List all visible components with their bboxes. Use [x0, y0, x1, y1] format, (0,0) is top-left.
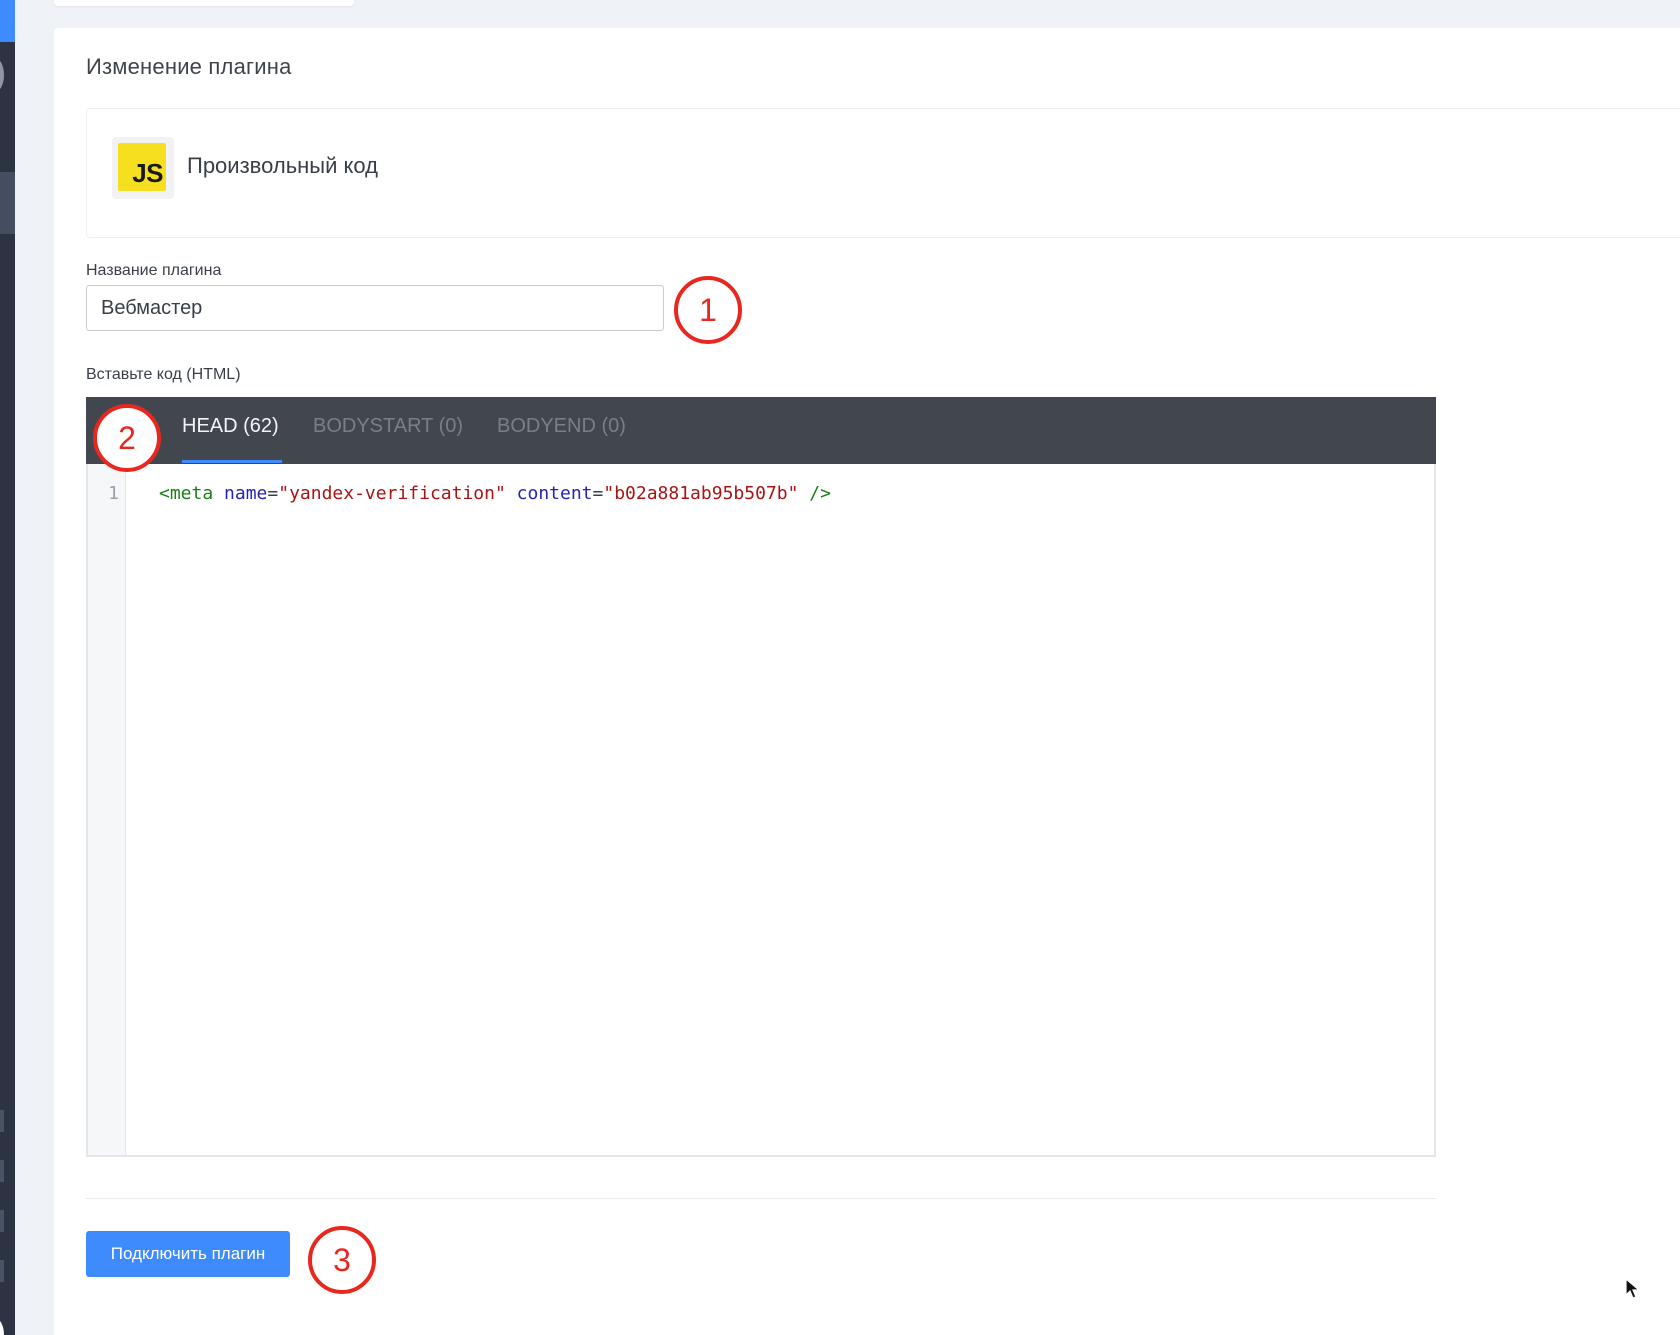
tab-head[interactable]: HEAD (62) — [182, 415, 279, 438]
active-tab-indicator — [182, 460, 282, 463]
code-label: Вставьте код (HTML) — [86, 366, 241, 383]
token-attr: name — [224, 483, 268, 504]
plugin-logo: JS — [112, 137, 174, 199]
token-string: "b02a881ab95b507b" — [603, 483, 799, 504]
connect-plugin-button[interactable]: Подключить плагин — [86, 1231, 290, 1277]
page-title: Изменение плагина — [86, 54, 292, 79]
plugin-name-input[interactable] — [86, 285, 664, 331]
tab-bodyend[interactable]: BODYEND (0) — [497, 415, 626, 438]
annotation-marker-2: 2 — [93, 404, 161, 472]
token-eq: = — [592, 483, 604, 504]
code-textarea[interactable]: 1 <meta name="yandex-verification" conte… — [86, 464, 1436, 1157]
sidebar-avatar[interactable] — [0, 58, 4, 92]
code-line[interactable]: <meta name="yandex-verification" content… — [159, 483, 831, 504]
token-eq: = — [267, 483, 279, 504]
plugin-name-label: Название плагина — [86, 262, 222, 279]
annotation-marker-3: 3 — [308, 1226, 376, 1294]
token-string: "yandex-verification" — [278, 483, 506, 504]
sidebar-item[interactable] — [0, 1260, 4, 1282]
annotation-marker-1: 1 — [674, 276, 742, 344]
form-divider — [86, 1198, 1436, 1199]
line-gutter: 1 — [88, 464, 126, 1155]
plugin-type-name: Произвольный код — [187, 153, 378, 178]
code-editor: HEAD (62) BODYSTART (0) BODYEND (0) 1 <m… — [86, 397, 1436, 1157]
token-tag-open: <meta — [159, 483, 225, 504]
token-tag-close: /> — [798, 483, 831, 504]
token-attr: content — [516, 483, 593, 504]
mouse-cursor-icon — [1625, 1278, 1641, 1299]
sidebar-item[interactable] — [0, 1110, 4, 1132]
editor-tabbar: HEAD (62) BODYSTART (0) BODYEND (0) — [86, 397, 1436, 464]
sidebar — [0, 0, 15, 1335]
sidebar-item[interactable] — [0, 1210, 4, 1232]
line-number: 1 — [108, 483, 119, 504]
top-card — [54, 0, 354, 6]
tab-bodystart[interactable]: BODYSTART (0) — [313, 415, 463, 438]
sidebar-item[interactable] — [0, 1160, 4, 1182]
js-icon: JS — [118, 143, 166, 191]
sidebar-item-active[interactable] — [0, 172, 15, 234]
js-logo-text: JS — [132, 158, 163, 188]
sidebar-accent — [0, 0, 15, 42]
sidebar-bottom-avatar[interactable] — [0, 1318, 4, 1335]
